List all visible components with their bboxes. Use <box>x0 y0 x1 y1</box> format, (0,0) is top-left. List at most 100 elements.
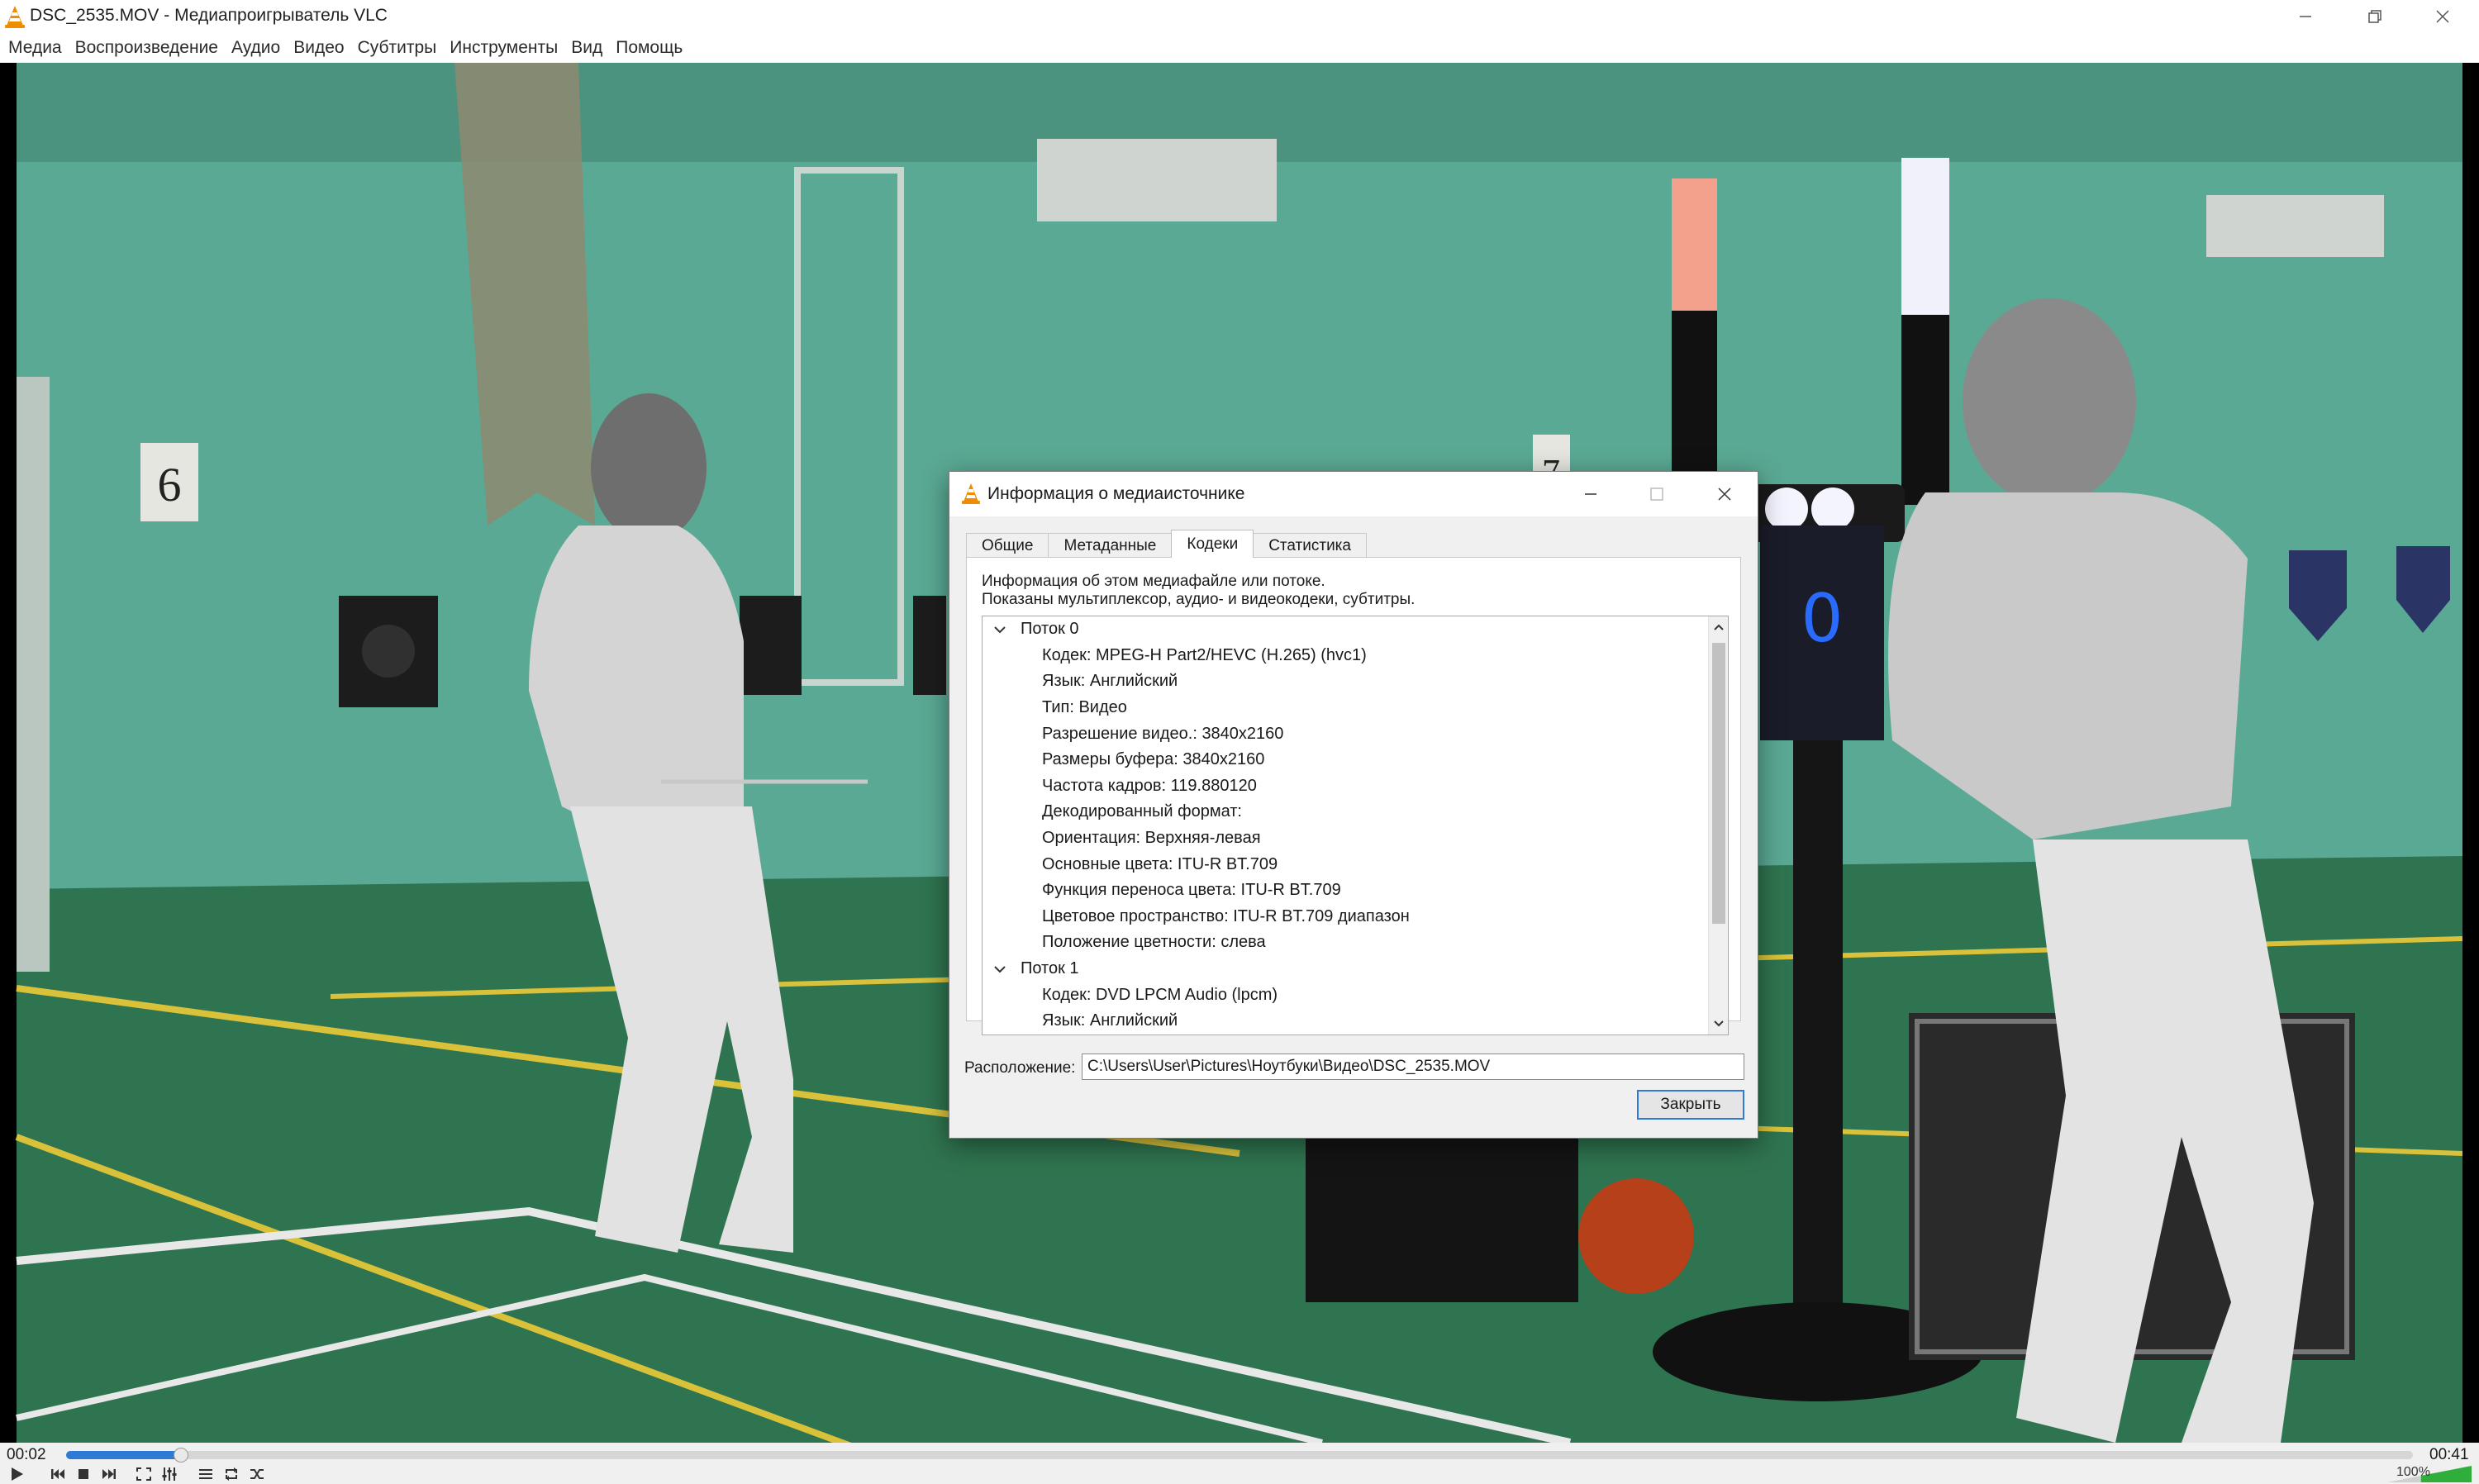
player-controls: 00:02 00:41 100% <box>0 1443 2479 1484</box>
tree-property-row[interactable]: Тип: Видео <box>983 695 1710 721</box>
extended-settings-icon <box>162 1467 177 1481</box>
loop-button[interactable] <box>220 1464 243 1484</box>
tree-property-row[interactable]: Язык: Английский <box>983 668 1710 695</box>
menu-video[interactable]: Видео <box>288 38 352 58</box>
tree-row-label: Функция переноса цвета: ITU-R BT.709 <box>1042 881 1341 900</box>
tree-property-row[interactable]: Декодированный формат: <box>983 799 1710 825</box>
minimize-icon <box>1585 493 1596 495</box>
chevron-down-icon[interactable] <box>991 960 1009 978</box>
tab-statistics[interactable]: Статистика <box>1253 533 1367 558</box>
tree-property-row[interactable]: Кодек: DVD LPCM Audio (lpcm) <box>983 982 1710 1008</box>
dialog-title-bar: Информация о медиаисточнике <box>949 472 1758 516</box>
tab-codecs[interactable]: Кодеки <box>1171 530 1254 558</box>
vlc-cone-icon <box>962 483 980 504</box>
tree-row-label: Поток 0 <box>1021 620 1079 639</box>
description-line-2: Показаны мультиплексор, аудио- и видеоко… <box>982 591 1416 608</box>
stop-icon <box>79 1469 88 1479</box>
location-field[interactable] <box>1082 1054 1744 1080</box>
seek-progress <box>66 1451 182 1459</box>
window-title: DSC_2535.MOV - Медиапроигрыватель VLC <box>30 6 388 25</box>
restore-button[interactable] <box>2342 0 2408 33</box>
minimize-button[interactable] <box>2272 0 2339 33</box>
menu-subtitles[interactable]: Субтитры <box>353 38 445 58</box>
next-icon <box>102 1469 116 1479</box>
close-icon <box>2436 10 2449 23</box>
close-icon <box>1718 488 1731 501</box>
tree-property-row[interactable]: Ориентация: Верхняя-левая <box>983 825 1710 852</box>
play-button[interactable] <box>5 1464 28 1484</box>
description-line-1: Информация об этом медиафайле или потоке… <box>982 573 1325 590</box>
tree-row-label: Кодек: MPEG-H Part2/HEVC (H.265) (hvc1) <box>1042 645 1367 664</box>
volume-level: 100% <box>2396 1465 2430 1479</box>
menu-tools[interactable]: Инструменты <box>445 38 566 58</box>
chevron-down-icon <box>1714 1020 1724 1027</box>
codec-tree-rows: Поток 0 Кодек: MPEG-H Part2/HEVC (H.265) … <box>983 616 1710 1035</box>
chevron-up-icon <box>1714 624 1724 630</box>
tree-row-label: Частота кадров: 119.880120 <box>1042 776 1257 795</box>
tree-property-row[interactable]: Кодек: MPEG-H Part2/HEVC (H.265) (hvc1) <box>983 643 1710 669</box>
location-label: Расположение: <box>964 1059 1076 1077</box>
tree-property-row[interactable]: Цветовое пространство: ITU-R BT.709 диап… <box>983 904 1710 930</box>
menu-media[interactable]: Медиа <box>3 38 70 58</box>
dialog-close-button[interactable] <box>1692 472 1758 516</box>
menu-view[interactable]: Вид <box>566 38 611 58</box>
shuffle-icon <box>250 1469 264 1479</box>
tree-scrollbar[interactable] <box>1708 616 1728 1035</box>
extended-settings-button[interactable] <box>158 1464 181 1484</box>
vlc-cone-icon <box>5 6 25 28</box>
next-button[interactable] <box>98 1464 121 1484</box>
dialog-minimize-button[interactable] <box>1558 472 1624 516</box>
tab-general[interactable]: Общие <box>966 533 1049 558</box>
tree-property-row[interactable]: Размеры буфера: 3840x2160 <box>983 747 1710 773</box>
tree-stream-node[interactable]: Поток 1 <box>983 956 1710 982</box>
prev-icon <box>51 1469 64 1479</box>
restore-icon <box>2368 10 2381 23</box>
lane-number-left: 6 <box>158 458 182 511</box>
seek-bar[interactable] <box>66 1451 2413 1459</box>
menu-playback[interactable]: Воспроизведение <box>70 38 226 58</box>
previous-button[interactable] <box>46 1464 69 1484</box>
menu-help[interactable]: Помощь <box>611 38 691 58</box>
tree-row-label: Разрешение видео.: 3840x2160 <box>1042 724 1284 743</box>
tree-property-row[interactable]: Функция переноса цвета: ITU-R BT.709 <box>983 878 1710 904</box>
menu-audio[interactable]: Аудио <box>226 38 288 58</box>
tree-property-row[interactable]: Частота кадров: 119.880120 <box>983 773 1710 800</box>
tree-row-label: Положение цветности: слева <box>1042 933 1266 952</box>
shuffle-button[interactable] <box>245 1464 269 1484</box>
minimize-icon <box>2300 16 2311 17</box>
panel-description: Информация об этом медиафайле или потоке… <box>982 573 1415 609</box>
tree-property-row[interactable]: Язык: Английский <box>983 1008 1710 1035</box>
tree-property-row[interactable]: Положение цветности: слева <box>983 930 1710 956</box>
tree-property-row[interactable]: Основные цвета: ITU-R BT.709 <box>983 851 1710 878</box>
fullscreen-icon <box>136 1467 151 1481</box>
seek-handle[interactable] <box>174 1448 189 1463</box>
fullscreen-button[interactable] <box>132 1464 155 1484</box>
score-digit: 0 <box>1801 580 1844 657</box>
time-total: 00:41 <box>2429 1446 2469 1463</box>
tree-stream-node[interactable]: Поток 0 <box>983 616 1710 643</box>
close-window-button[interactable] <box>2410 0 2476 33</box>
codec-tree[interactable]: Поток 0 Кодек: MPEG-H Part2/HEVC (H.265) … <box>982 616 1729 1035</box>
tree-row-label: Основные цвета: ITU-R BT.709 <box>1042 854 1278 873</box>
chevron-down-icon[interactable] <box>991 621 1009 639</box>
title-bar: DSC_2535.MOV - Медиапроигрыватель VLC <box>0 0 2479 33</box>
tree-row-label: Размеры буфера: 3840x2160 <box>1042 750 1265 769</box>
close-button[interactable]: Закрыть <box>1637 1090 1744 1120</box>
codecs-panel: Информация об этом медиафайле или потоке… <box>966 557 1741 1035</box>
dialog-title: Информация о медиаисточнике <box>987 484 1245 503</box>
tree-row-label: Поток 1 <box>1021 959 1079 978</box>
dialog-maximize-button[interactable] <box>1624 472 1690 516</box>
tree-row-label: Ориентация: Верхняя-левая <box>1042 829 1261 848</box>
tab-metadata[interactable]: Метаданные <box>1048 533 1173 558</box>
tree-row-label: Язык: Английский <box>1042 1011 1178 1030</box>
tree-property-row[interactable]: Разрешение видео.: 3840x2160 <box>983 721 1710 747</box>
tree-row-label: Кодек: DVD LPCM Audio (lpcm) <box>1042 985 1278 1004</box>
playlist-icon <box>199 1469 212 1479</box>
scroll-up-button[interactable] <box>1711 620 1726 635</box>
stop-button[interactable] <box>72 1464 95 1484</box>
tree-row-label: Цветовое пространство: ITU-R BT.709 диап… <box>1042 906 1410 925</box>
scroll-down-button[interactable] <box>1711 1016 1726 1031</box>
time-elapsed: 00:02 <box>7 1446 46 1463</box>
playlist-button[interactable] <box>194 1464 217 1484</box>
scrollbar-thumb[interactable] <box>1712 643 1725 924</box>
